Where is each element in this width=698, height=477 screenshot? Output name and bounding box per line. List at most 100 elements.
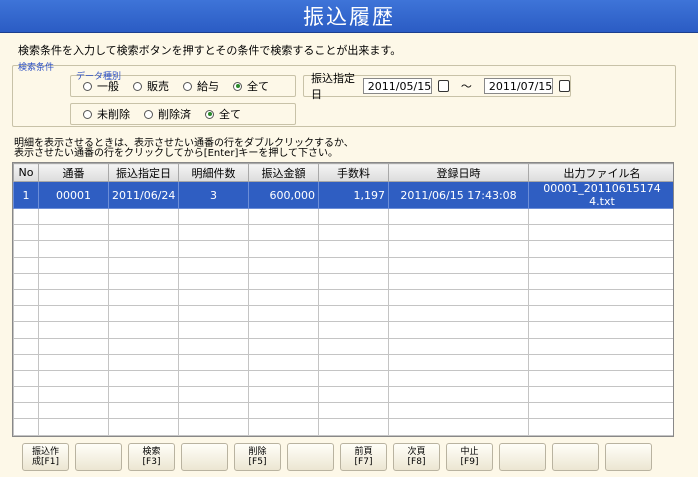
calendar-icon[interactable] (438, 80, 449, 92)
function-key-button[interactable]: 次頁 [F8] (393, 443, 440, 471)
table-row[interactable] (13, 305, 673, 323)
table-cell (318, 305, 389, 323)
table-cell (108, 256, 179, 274)
table-cell (528, 240, 673, 258)
table-cell (528, 288, 673, 307)
table-cell (248, 402, 319, 420)
date-to-field[interactable]: 2011/07/15 (483, 78, 554, 94)
column-header[interactable]: 登録日時 (388, 163, 529, 182)
table-cell (388, 353, 529, 371)
function-key-button[interactable]: 削除 [F5] (234, 443, 281, 471)
table-row[interactable] (13, 240, 673, 258)
radio-indicator (83, 109, 92, 119)
function-key-button[interactable] (75, 443, 122, 471)
page-title: 振込履歴 (303, 5, 395, 29)
table-cell (178, 288, 249, 307)
column-header[interactable]: 手数料 (318, 163, 389, 182)
table-cell (108, 305, 179, 323)
table-cell (248, 353, 319, 371)
table-cell (388, 305, 529, 323)
transfer-date-range: 振込指定日 2011/05/15 ～ 2011/07/15 (303, 72, 571, 101)
column-header[interactable]: 出力ファイル名 (528, 163, 673, 182)
table-cell (388, 224, 529, 242)
table-cell (13, 224, 39, 242)
table-row[interactable] (13, 369, 673, 388)
table-cell (13, 240, 39, 258)
table-cell (108, 386, 179, 404)
table-cell (108, 418, 179, 436)
function-key-button[interactable]: 検索 [F3] (128, 443, 175, 471)
function-key-button[interactable]: 中止 [F9] (446, 443, 493, 471)
radio-type-salary[interactable]: 給与 (183, 78, 219, 94)
radio-delete-all[interactable]: 全て (205, 106, 241, 122)
table-cell (248, 272, 319, 290)
radio-deleted[interactable]: 削除済 (144, 106, 191, 122)
table-row[interactable] (13, 337, 673, 355)
function-key-button[interactable] (552, 443, 599, 471)
table-row[interactable] (13, 272, 673, 290)
table-cell (388, 256, 529, 274)
function-key-button[interactable]: 前頁 [F7] (340, 443, 387, 471)
table-cell: 00001 (38, 181, 109, 209)
table-cell (178, 337, 249, 355)
table-cell (318, 418, 389, 436)
table-cell (318, 207, 389, 226)
table-cell (388, 321, 529, 339)
table-row[interactable] (13, 386, 673, 404)
table-cell (248, 256, 319, 274)
column-header[interactable]: 明細件数 (178, 163, 249, 182)
table-cell (248, 418, 319, 436)
table-cell: 2011/06/15 17:43:08 (388, 181, 529, 209)
table-cell (318, 240, 389, 258)
table-cell (108, 369, 179, 388)
column-header[interactable]: 振込金額 (248, 163, 319, 182)
column-header[interactable]: 振込指定日 (108, 163, 179, 182)
table-cell (318, 353, 389, 371)
table-cell (178, 256, 249, 274)
radio-type-sales[interactable]: 販売 (133, 78, 169, 94)
range-separator: ～ (460, 80, 472, 93)
table-row[interactable]: 1 00001 2011/06/24 3 600,000 1,197 2011/06/15 … (13, 181, 673, 209)
table-cell (388, 337, 529, 355)
table-cell (13, 337, 39, 355)
table-cell: 1 (13, 181, 39, 209)
radio-type-all[interactable]: 全て (233, 78, 269, 94)
table-cell (528, 369, 673, 388)
table-row[interactable] (13, 224, 673, 242)
table-row[interactable] (13, 353, 673, 371)
table-cell (318, 224, 389, 242)
instructions-text: 検索条件を入力して検索ボタンを押すとその条件で検索することが出来ます。 (18, 44, 402, 57)
table-row[interactable] (13, 402, 673, 420)
table-row[interactable] (13, 321, 673, 339)
table-cell (388, 240, 529, 258)
date-from-field[interactable]: 2011/05/15 (362, 78, 433, 94)
table-row[interactable] (13, 207, 673, 226)
table-cell (13, 369, 39, 388)
search-conditions-label: 検索条件 (18, 63, 55, 73)
table-cell (528, 402, 673, 420)
table-cell (38, 224, 109, 242)
table-cell (318, 256, 389, 274)
radio-indicator (183, 81, 192, 91)
hint-text: 明細を表示させるときは、表示させたい通番の行をダブルクリックするか、 表示させた… (14, 138, 354, 159)
function-key-button[interactable] (499, 443, 546, 471)
table-cell (108, 337, 179, 355)
function-key-button[interactable] (605, 443, 652, 471)
calendar-icon[interactable] (559, 80, 570, 92)
column-header[interactable]: No (13, 163, 39, 182)
table-cell (528, 305, 673, 323)
table-cell (38, 321, 109, 339)
radio-undeleted[interactable]: 未削除 (83, 106, 130, 122)
table-row[interactable] (13, 288, 673, 307)
table-cell (38, 207, 109, 226)
table-row[interactable] (13, 418, 673, 436)
function-key-button[interactable] (181, 443, 228, 471)
table-cell (178, 240, 249, 258)
function-key-button[interactable] (287, 443, 334, 471)
function-key-button[interactable]: 振込作 成[F1] (22, 443, 69, 471)
table-row[interactable] (13, 256, 673, 274)
table-cell (318, 337, 389, 355)
table-cell (528, 272, 673, 290)
radio-indicator (133, 81, 142, 91)
column-header[interactable]: 通番 (38, 163, 109, 182)
